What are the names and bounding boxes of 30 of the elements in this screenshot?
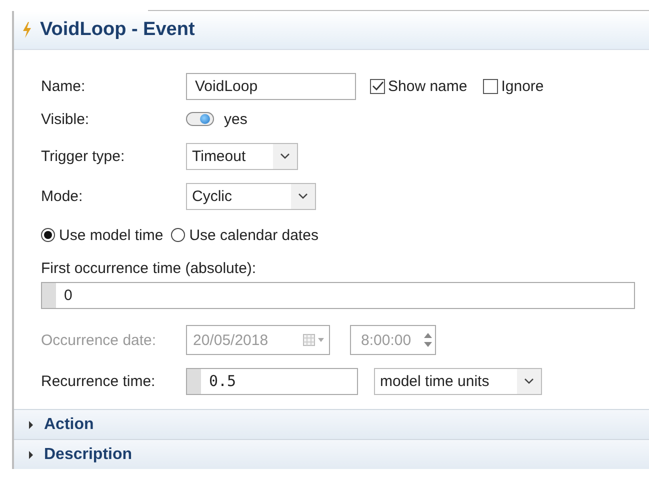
time-source-radio[interactable]: Use model time xyxy=(41,226,164,244)
field-label: Visible: xyxy=(41,110,90,128)
name-field[interactable]: VoidLoop xyxy=(186,72,356,100)
show-name-checkbox[interactable]: Show name xyxy=(370,78,468,94)
first-occurrence-field[interactable]: 0 xyxy=(41,282,635,309)
check-icon xyxy=(372,81,384,91)
visible-toggle[interactable] xyxy=(186,112,214,126)
toggle-value: yes xyxy=(224,110,248,128)
field-label: Name: xyxy=(41,78,86,94)
caret-icon xyxy=(298,193,308,199)
field-label: Trigger type: xyxy=(41,148,126,164)
field-label: Mode: xyxy=(41,188,84,204)
section-header[interactable]: Description xyxy=(14,439,649,469)
time-source-radio[interactable]: Use calendar dates xyxy=(171,226,318,244)
calendar-icon xyxy=(303,334,325,346)
trigger-type-dropdown[interactable]: Timeout xyxy=(186,142,298,170)
caret-icon xyxy=(524,378,534,384)
field-label: First occurrence time (absolute): xyxy=(41,260,258,279)
panel-title: VoidLoop - Event xyxy=(40,19,195,41)
caret-icon xyxy=(280,153,290,159)
unit-dropdown[interactable]: model time units xyxy=(374,368,542,394)
field-label: Recurrence time: xyxy=(41,372,156,390)
ignore-checkbox[interactable]: Ignore xyxy=(483,78,544,94)
expand-icon xyxy=(28,450,34,458)
mode-dropdown[interactable]: Cyclic xyxy=(186,182,316,210)
expand-icon xyxy=(28,420,34,428)
recurrence-field[interactable]: 0.5 xyxy=(186,368,358,394)
field-label: Occurrence date: xyxy=(41,332,158,348)
section-header[interactable]: Action xyxy=(14,409,649,439)
lightning-icon xyxy=(22,22,32,38)
